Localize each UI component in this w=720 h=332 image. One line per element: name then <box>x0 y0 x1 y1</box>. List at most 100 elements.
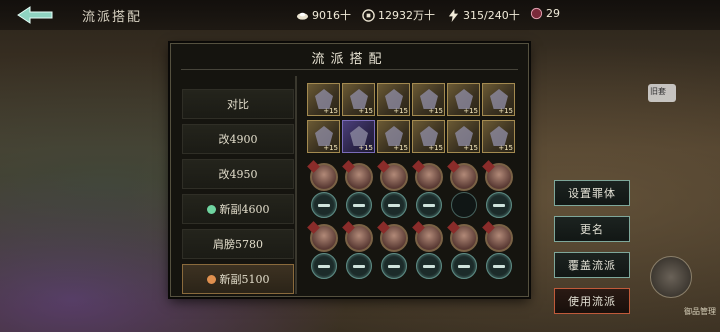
character-portrait[interactable] <box>307 221 338 252</box>
manage-icon[interactable] <box>650 256 692 298</box>
armor-icon <box>420 89 438 109</box>
pendant-icon <box>490 126 508 146</box>
gear-slot[interactable]: +15 <box>307 120 340 153</box>
gear-level: +15 <box>463 107 478 115</box>
overwrite-loadout-button[interactable]: 覆盖流派 <box>554 252 630 278</box>
gauntlet-icon <box>455 89 473 109</box>
gear-level: +15 <box>358 144 373 152</box>
resource-ingot-value: 9016十 <box>312 9 351 22</box>
soul-slot[interactable] <box>486 192 512 218</box>
gear-slot[interactable]: +15 <box>482 120 515 153</box>
soul-slot[interactable] <box>311 192 337 218</box>
gear-slot[interactable]: +15 <box>482 83 515 116</box>
soul-mark-icon <box>353 264 365 268</box>
rank-badge-icon <box>482 221 495 234</box>
soul-slot[interactable] <box>451 253 477 279</box>
gear-level: +15 <box>463 144 478 152</box>
sigil-icon <box>530 7 543 20</box>
boots-icon <box>490 89 508 109</box>
gear-slot[interactable]: +15 <box>377 83 410 116</box>
character-portrait[interactable] <box>447 221 478 252</box>
gear-level: +15 <box>358 107 373 115</box>
character-portrait[interactable] <box>307 160 338 191</box>
weapon-icon <box>350 89 368 109</box>
gear-level: +15 <box>323 107 338 115</box>
tab-4900[interactable]: 改4900 <box>182 124 294 154</box>
soul-slot[interactable] <box>346 192 372 218</box>
panel-title: 流派搭配 <box>311 52 388 67</box>
resource-sigil: 29 <box>530 7 560 20</box>
resource-stamina: 315/240十 <box>447 7 520 23</box>
empty-soul-slot[interactable] <box>451 192 477 218</box>
character-portrait[interactable] <box>377 221 408 252</box>
resource-sigil-value: 29 <box>546 7 560 20</box>
spirit-icon <box>350 126 368 146</box>
loadout-panel: 流派搭配 对比 改4900 改4950 新副4600 肩膀5780 新副5100… <box>170 43 529 297</box>
soul-mark-icon <box>493 264 505 268</box>
rank-badge-icon <box>447 221 460 234</box>
tab-4600[interactable]: 新副4600 <box>182 194 294 224</box>
rank-badge-icon <box>342 221 355 234</box>
tab-5100[interactable]: 新副5100 <box>182 264 294 294</box>
gear-level: +15 <box>428 144 443 152</box>
soul-slot[interactable] <box>381 253 407 279</box>
column-divider <box>295 76 297 294</box>
character-portrait[interactable] <box>412 221 443 252</box>
rank-badge-icon <box>412 221 425 234</box>
gear-slot[interactable]: +15 <box>307 83 340 116</box>
rename-button[interactable]: 更名 <box>554 216 630 242</box>
soul-mark-icon <box>388 203 400 207</box>
soul-mark-icon <box>318 264 330 268</box>
blade-icon <box>315 126 333 146</box>
title-divider <box>181 69 518 70</box>
character-portrait[interactable] <box>377 160 408 191</box>
tab-compare[interactable]: 对比 <box>182 89 294 119</box>
tab-label: 新副5100 <box>219 273 270 286</box>
rank-badge-icon <box>377 221 390 234</box>
soul-slot[interactable] <box>486 253 512 279</box>
gear-slot[interactable]: +15 <box>412 83 445 116</box>
soul-slot[interactable] <box>346 253 372 279</box>
gear-slot[interactable]: +15 <box>342 83 375 116</box>
gear-slot[interactable]: +15 <box>447 83 480 116</box>
gear-slot[interactable]: +15 <box>377 120 410 153</box>
gear-slot[interactable]: +15 <box>412 120 445 153</box>
resource-ingot: 9016十 <box>296 7 351 23</box>
soul-slot[interactable] <box>381 192 407 218</box>
page-title: 流派搭配 <box>82 10 143 25</box>
resource-coin: 12932万十 <box>362 7 435 23</box>
side-tag-label: 旧套 <box>650 87 666 96</box>
character-portrait[interactable] <box>447 160 478 191</box>
gear-slot[interactable]: +15 <box>342 120 375 153</box>
soul-slot[interactable] <box>311 253 337 279</box>
character-portrait[interactable] <box>342 160 373 191</box>
gear-level: +15 <box>498 107 513 115</box>
set-main-button[interactable]: 设置罪体 <box>554 180 630 206</box>
ring-icon <box>385 126 403 146</box>
soul-slot[interactable] <box>416 253 442 279</box>
character-portrait[interactable] <box>412 160 443 191</box>
coin-icon <box>362 8 375 22</box>
gear-level: +15 <box>428 107 443 115</box>
tab-label: 新副4600 <box>219 203 270 216</box>
soul-mark-icon <box>388 264 400 268</box>
tab-label: 改4950 <box>218 168 258 181</box>
charm-icon <box>455 126 473 146</box>
gear-level: +15 <box>498 144 513 152</box>
soul-mark-icon <box>458 264 470 268</box>
resource-stamina-value: 315/240十 <box>463 9 520 22</box>
character-portrait[interactable] <box>342 221 373 252</box>
rank-badge-icon <box>412 160 425 173</box>
tab-label: 改4900 <box>218 133 258 146</box>
helmet-icon <box>385 89 403 109</box>
back-arrow-icon[interactable] <box>16 5 56 25</box>
soul-mark-icon <box>493 203 505 207</box>
gear-level: +15 <box>393 107 408 115</box>
soul-slot[interactable] <box>416 192 442 218</box>
use-loadout-button[interactable]: 使用流派 <box>554 288 630 314</box>
tab-5780[interactable]: 肩膀5780 <box>182 229 294 259</box>
tab-4950[interactable]: 改4950 <box>182 159 294 189</box>
character-portrait[interactable] <box>482 221 513 252</box>
character-portrait[interactable] <box>482 160 513 191</box>
gear-slot[interactable]: +15 <box>447 120 480 153</box>
